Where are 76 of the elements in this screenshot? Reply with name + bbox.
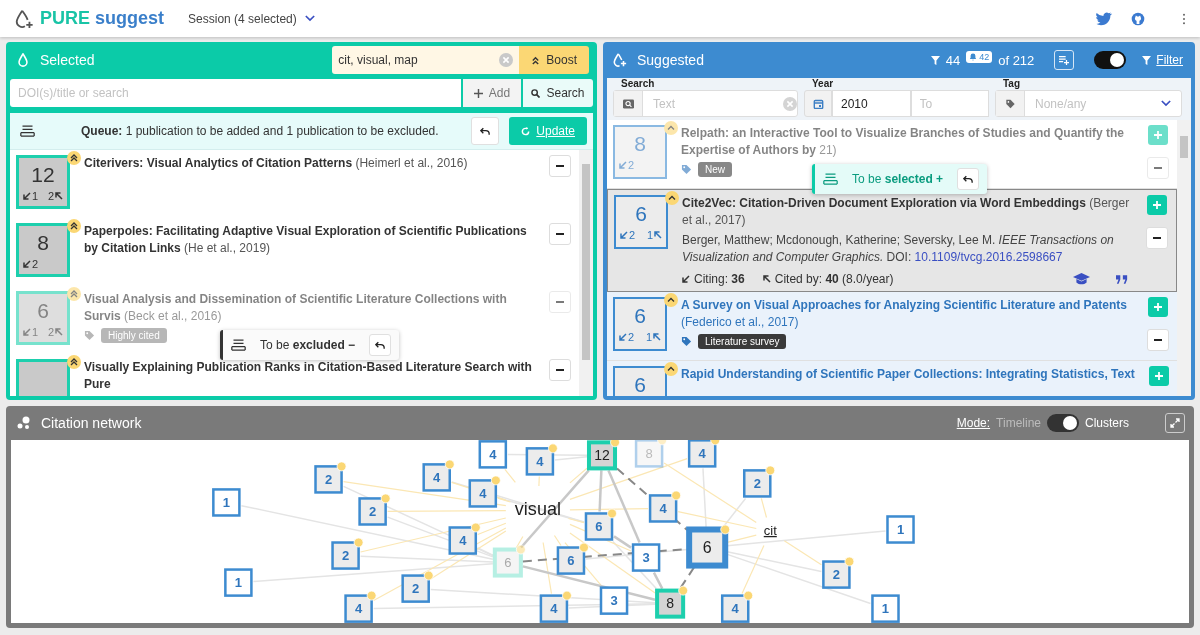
score-number: 6 bbox=[635, 201, 647, 227]
unread-count: 42 bbox=[979, 52, 990, 62]
year-from-field[interactable]: 2010 bbox=[832, 90, 911, 117]
publication-row[interactable]: 8 2 Paperpoles: Facilitating Adaptive Visual Exploration of Scientific Publications by Citation Links (He et al., 2019) bbox=[10, 218, 579, 286]
panel-title: Suggested bbox=[637, 52, 704, 68]
publication-title[interactable]: Citerivers: Visual Analytics of Citation Patterns (Heimerl et al., 2016) bbox=[84, 155, 539, 172]
network-node[interactable]: 1 bbox=[871, 594, 900, 623]
citing-count: 2 bbox=[629, 229, 636, 241]
publication-row[interactable]: 12 1 2 Citerivers: Visual Analytics of Citation Patterns (Heimerl et al., 2016) bbox=[10, 150, 579, 218]
doi-link[interactable]: 10.1109/tvcg.2016.2598667 bbox=[914, 250, 1063, 264]
cited-by-stat: Cited by: 40 (8.0/year) bbox=[774, 272, 894, 286]
mode-option[interactable]: Timeline bbox=[996, 416, 1041, 430]
boost-keywords-field[interactable]: cit, visual, map bbox=[332, 46, 520, 74]
score-number: 12 bbox=[31, 162, 55, 188]
keyword-label[interactable]: cit bbox=[763, 522, 777, 538]
total-count: of 212 bbox=[998, 52, 1035, 68]
tag-chip: Literature survey bbox=[698, 334, 787, 349]
publication-card[interactable]: 6 Rapid Understanding of Scientific Paper Collections: Integrating Statistics, Text bbox=[607, 361, 1177, 396]
search-button[interactable]: Search bbox=[523, 79, 593, 107]
network-node[interactable]: 1 bbox=[224, 568, 253, 597]
publication-row[interactable]: Visually Explaining Publication Ranks in Citation-Based Literature Search with Pure bbox=[10, 354, 579, 396]
publication-card[interactable]: 6 2 1 A Survey on Visual Approaches for Analyzing Scientific Literature and Patents (Federico et al., 2017) Literature survey bbox=[607, 292, 1177, 361]
cited-count: 1 bbox=[646, 229, 653, 241]
citing-count: 2 bbox=[628, 331, 635, 343]
tag-chip: New bbox=[698, 162, 732, 177]
network-node[interactable]: 1 bbox=[886, 515, 915, 544]
cited-count: 2 bbox=[47, 190, 54, 202]
field-label: Year bbox=[812, 78, 835, 90]
score-number: 6 bbox=[37, 298, 49, 324]
cited-count: 1 bbox=[645, 331, 652, 343]
network-node[interactable]: 12 bbox=[586, 440, 620, 471]
filter-button[interactable]: Filter bbox=[1138, 53, 1187, 67]
publication-details: Berger, Matthew; Mcdonough, Katherine; Seversky, Lee M. IEEE Transactions on Visualization and Computer Graphics. DOI: 10.1109/tvcg.2016.2598667 bbox=[682, 232, 1115, 266]
session-dropdown[interactable]: Session (4 selected) bbox=[184, 9, 319, 28]
network-node[interactable]: 3 bbox=[599, 586, 629, 615]
network-node[interactable]: 6 bbox=[492, 544, 526, 578]
publication-title[interactable]: Rapid Understanding of Scientific Paper Collections: Integrating Statistics, Text bbox=[681, 366, 1139, 383]
queue-status: To be selected + bbox=[852, 172, 944, 186]
score-number: 8 bbox=[634, 131, 646, 157]
app-name: PURE suggest bbox=[40, 8, 165, 29]
year-to-field[interactable]: To bbox=[910, 90, 989, 117]
keyword-label[interactable]: visual bbox=[514, 499, 561, 520]
publication-title[interactable]: Cite2Vec: Citation-Driven Document Exploration via Word Embeddings (Berger et al., 2017) bbox=[682, 195, 1136, 229]
citing-count: 1 bbox=[32, 326, 39, 338]
panel-title: Selected bbox=[40, 52, 95, 68]
citing-count: 1 bbox=[32, 190, 39, 202]
publication-title[interactable]: Visually Explaining Publication Ranks in Citation-Based Literature Search with Pure bbox=[84, 359, 539, 393]
doi-search-field[interactable]: DOI(s)/title or search bbox=[10, 79, 461, 107]
publication-title[interactable]: Paperpoles: Facilitating Adaptive Visual Exploration of Scientific Publications by Citation Links (He et al., 2019) bbox=[84, 223, 539, 257]
network-node[interactable]: 1 bbox=[212, 488, 241, 517]
boost-button[interactable]: Boost bbox=[519, 46, 589, 74]
network-node[interactable]: 3 bbox=[631, 543, 661, 572]
publication-title[interactable]: A Survey on Visual Approaches for Analyzing Scientific Literature and Patents (Federico et al., 2017) bbox=[681, 297, 1137, 331]
add-button[interactable]: Add bbox=[463, 79, 521, 107]
citing-stat: Citing: 36 bbox=[694, 272, 745, 286]
queue-status: To be excluded − bbox=[260, 338, 356, 352]
mode-label: Mode: bbox=[956, 416, 991, 430]
queue-message: Queue: 1 publication to be added and 1 publication to be excluded. bbox=[81, 124, 440, 138]
citing-count: 2 bbox=[32, 258, 39, 270]
field-label: Tag bbox=[1003, 78, 1022, 90]
panel-title: Citation network bbox=[41, 415, 142, 431]
score-number: 6 bbox=[634, 372, 646, 396]
cited-count: 2 bbox=[47, 326, 54, 338]
network-node[interactable]: 6 bbox=[686, 524, 731, 569]
field-label: Search bbox=[621, 78, 656, 90]
network-node[interactable]: 8 bbox=[655, 585, 689, 619]
citing-count: 2 bbox=[628, 159, 635, 171]
publication-title[interactable]: Visual Analysis and Dissemination of Scientific Literature Collections with Survis (Beck et al., 2016) bbox=[84, 291, 539, 325]
network-node[interactable]: 4 bbox=[478, 440, 508, 469]
score-number: 8 bbox=[37, 230, 49, 256]
tag-chip: Highly cited bbox=[101, 328, 167, 343]
filtered-count: 44 bbox=[945, 52, 961, 68]
mode-option[interactable]: Clusters bbox=[1085, 416, 1129, 430]
publication-title[interactable]: Relpath: an Interactive Tool to Visualize Branches of Studies and Quantify the Expertise of Authors by 21) bbox=[681, 125, 1137, 159]
publication-row[interactable]: 6 1 2 Visual Analysis and Dissemination of Scientific Literature Collections with Survis (Beck et al., 2016) Highly cited To be excluded − bbox=[10, 286, 579, 354]
score-number: 6 bbox=[634, 303, 646, 329]
